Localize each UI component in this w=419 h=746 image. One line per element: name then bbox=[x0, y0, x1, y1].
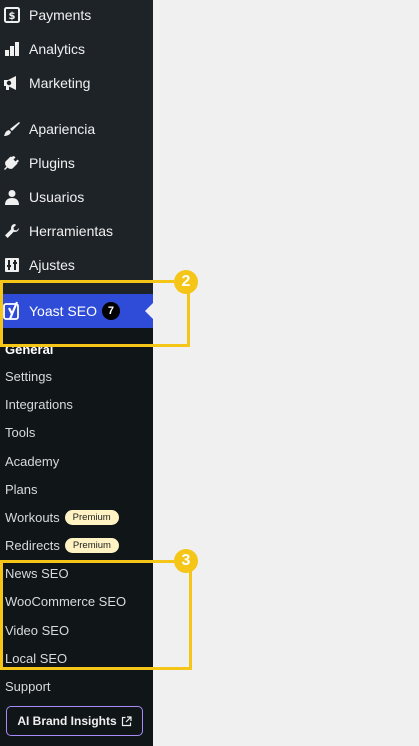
wrench-icon bbox=[1, 221, 23, 241]
menu-item-plugins[interactable]: Plugins bbox=[0, 146, 153, 180]
submenu-item-workouts[interactable]: Workouts Premium bbox=[5, 507, 119, 527]
submenu-item-support[interactable]: Support bbox=[5, 676, 51, 696]
submenu-item-label: Workouts bbox=[5, 509, 60, 525]
user-icon bbox=[1, 187, 23, 207]
menu-item-label: Marketing bbox=[29, 75, 91, 91]
menu-item-label: Plugins bbox=[29, 155, 75, 171]
menu-item-ajustes[interactable]: Ajustes bbox=[0, 248, 153, 282]
submenu-item-label: Redirects bbox=[5, 537, 60, 553]
paintbrush-icon bbox=[1, 119, 23, 139]
svg-text:$: $ bbox=[9, 11, 16, 22]
main-content-area bbox=[153, 0, 419, 746]
highlight-number: 3 bbox=[174, 549, 198, 573]
menu-item-label: Payments bbox=[29, 7, 92, 23]
payments-icon: $ bbox=[1, 5, 23, 25]
yoast-submenu: General Settings Integrations Tools Acad… bbox=[0, 328, 153, 746]
menu-item-label: Ajustes bbox=[29, 257, 75, 273]
plugin-icon bbox=[1, 153, 23, 173]
megaphone-icon bbox=[1, 73, 23, 93]
highlight-number: 2 bbox=[174, 270, 198, 294]
menu-item-payments[interactable]: $ Payments bbox=[0, 0, 153, 32]
settings-icon bbox=[1, 255, 23, 275]
menu-item-herramientas[interactable]: Herramientas bbox=[0, 214, 153, 248]
ai-brand-insights-label: AI Brand Insights bbox=[17, 714, 117, 728]
menu-item-marketing[interactable]: Marketing bbox=[0, 66, 153, 100]
menu-item-analytics[interactable]: Analytics bbox=[0, 32, 153, 66]
menu-item-label: Analytics bbox=[29, 41, 86, 57]
external-link-icon bbox=[121, 715, 132, 727]
menu-item-usuarios[interactable]: Usuarios bbox=[0, 180, 153, 214]
submenu-item-settings[interactable]: Settings bbox=[5, 366, 52, 386]
submenu-item-academy[interactable]: Academy bbox=[5, 451, 59, 471]
menu-item-label: Herramientas bbox=[29, 223, 114, 239]
submenu-item-tools[interactable]: Tools bbox=[5, 422, 35, 442]
menu-item-apariencia[interactable]: Apariencia bbox=[0, 112, 153, 146]
submenu-item-integrations[interactable]: Integrations bbox=[5, 394, 73, 414]
submenu-item-redirects[interactable]: Redirects Premium bbox=[5, 535, 119, 555]
analytics-icon bbox=[1, 39, 23, 59]
ai-brand-insights-button[interactable]: AI Brand Insights bbox=[6, 706, 143, 736]
menu-item-label: Apariencia bbox=[29, 121, 96, 137]
premium-badge: Premium bbox=[64, 509, 119, 525]
submenu-item-plans[interactable]: Plans bbox=[5, 479, 38, 499]
highlight-box-yoast bbox=[0, 280, 190, 347]
highlight-box-addons bbox=[0, 560, 192, 670]
menu-item-label: Usuarios bbox=[29, 189, 85, 205]
premium-badge: Premium bbox=[64, 537, 119, 553]
